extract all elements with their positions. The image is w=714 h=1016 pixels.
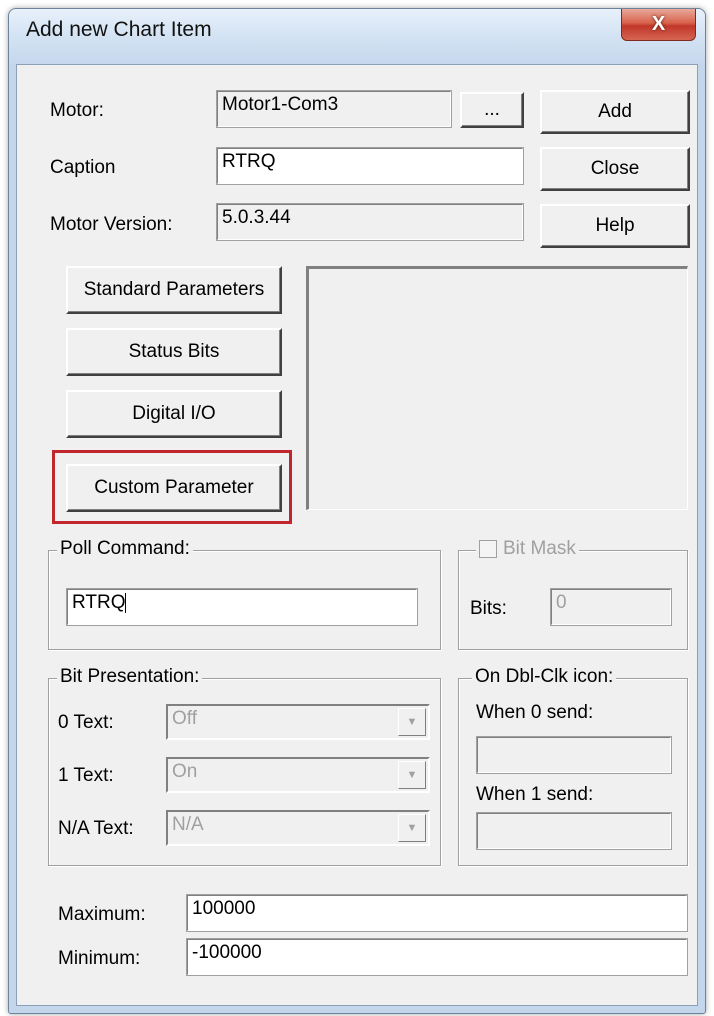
when1-input[interactable] bbox=[476, 812, 672, 850]
close-button[interactable]: Close bbox=[540, 147, 690, 191]
custom-parameter-highlight bbox=[52, 450, 292, 524]
one-text-combo[interactable]: On ▼ bbox=[166, 757, 430, 793]
bit-mask-label: Bit Mask bbox=[503, 538, 576, 559]
motor-browse-button[interactable]: ... bbox=[460, 92, 524, 128]
window-title: Add new Chart Item bbox=[26, 18, 212, 41]
motor-field: Motor1-Com3 bbox=[216, 90, 452, 128]
na-text-combo[interactable]: N/A ▼ bbox=[166, 810, 430, 846]
bit-mask-legend: Bit Mask bbox=[476, 538, 579, 560]
na-text-label: N/A Text: bbox=[58, 818, 134, 839]
bits-label: Bits: bbox=[470, 598, 507, 619]
when1-label: When 1 send: bbox=[476, 784, 594, 805]
poll-command-input[interactable]: RTRQ bbox=[66, 588, 418, 626]
one-text-value: On bbox=[172, 761, 198, 782]
preview-panel bbox=[306, 266, 688, 510]
zero-text-label: 0 Text: bbox=[58, 712, 114, 733]
poll-command-legend: Poll Command: bbox=[57, 538, 193, 560]
maximum-label: Maximum: bbox=[58, 904, 146, 925]
when0-label: When 0 send: bbox=[476, 702, 594, 723]
motor-version-field: 5.0.3.44 bbox=[216, 203, 524, 241]
maximum-input[interactable]: 100000 bbox=[186, 894, 688, 932]
dblclick-legend: On Dbl-Clk icon: bbox=[472, 666, 617, 688]
chevron-down-icon[interactable]: ▼ bbox=[398, 761, 426, 789]
motor-version-label: Motor Version: bbox=[50, 214, 173, 235]
digital-io-button[interactable]: Digital I/O bbox=[66, 390, 282, 438]
add-button[interactable]: Add bbox=[540, 90, 690, 134]
caption-label: Caption bbox=[50, 157, 116, 178]
text-cursor bbox=[125, 592, 127, 613]
poll-command-value: RTRQ bbox=[72, 592, 126, 613]
close-icon: X bbox=[651, 13, 666, 35]
caption-input[interactable]: RTRQ bbox=[216, 147, 524, 185]
chevron-down-icon[interactable]: ▼ bbox=[398, 708, 426, 736]
minimum-input[interactable]: -100000 bbox=[186, 938, 688, 976]
chevron-down-icon[interactable]: ▼ bbox=[398, 814, 426, 842]
status-bits-button[interactable]: Status Bits bbox=[66, 328, 282, 376]
checkbox-icon[interactable] bbox=[479, 540, 497, 558]
na-text-value: N/A bbox=[172, 814, 204, 835]
help-button[interactable]: Help bbox=[540, 204, 690, 248]
standard-parameters-button[interactable]: Standard Parameters bbox=[66, 266, 282, 314]
one-text-label: 1 Text: bbox=[58, 765, 114, 786]
when0-input[interactable] bbox=[476, 736, 672, 774]
motor-label: Motor: bbox=[50, 100, 104, 121]
minimum-label: Minimum: bbox=[58, 948, 141, 969]
bit-presentation-legend: Bit Presentation: bbox=[57, 666, 203, 688]
window-close-button[interactable]: X bbox=[621, 9, 696, 41]
zero-text-value: Off bbox=[172, 708, 197, 729]
bits-input[interactable]: 0 bbox=[550, 588, 672, 626]
zero-text-combo[interactable]: Off ▼ bbox=[166, 704, 430, 740]
